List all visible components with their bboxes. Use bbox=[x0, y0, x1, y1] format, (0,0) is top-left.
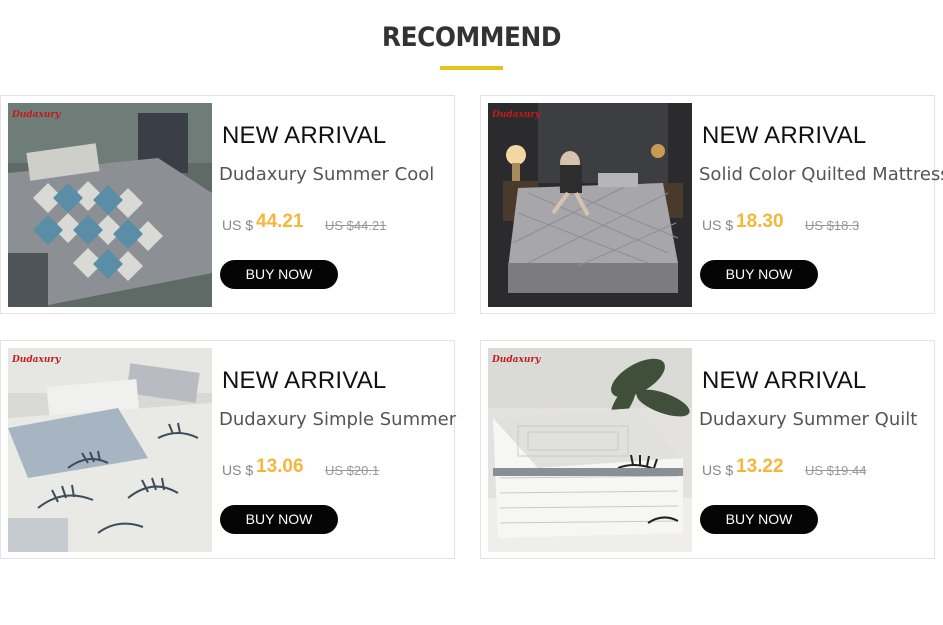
product-name[interactable]: Dudaxury Simple Summer bbox=[219, 409, 456, 430]
product-name[interactable]: Dudaxury Summer Cool bbox=[219, 164, 434, 185]
original-price: US $44.21 bbox=[325, 218, 387, 233]
buy-now-button[interactable]: BUY NOW bbox=[220, 260, 338, 289]
brand-logo: Dudaxury bbox=[492, 355, 541, 365]
original-price: US $20.1 bbox=[325, 463, 380, 478]
product-name[interactable]: Solid Color Quilted Mattress bbox=[699, 164, 943, 185]
product-image[interactable]: Dudaxury bbox=[8, 348, 212, 552]
currency-label: US $ bbox=[702, 462, 734, 478]
badge-new-arrival: NEW ARRIVAL bbox=[702, 367, 867, 394]
currency-label: US $ bbox=[222, 217, 254, 233]
product-card[interactable]: Dudaxury NEW ARRIVAL Dudaxury Simple Sum… bbox=[0, 340, 456, 559]
product-price: 13.22 bbox=[736, 456, 784, 477]
product-price: 13.06 bbox=[256, 456, 304, 477]
badge-new-arrival: NEW ARRIVAL bbox=[702, 122, 867, 149]
title-underline bbox=[440, 66, 503, 70]
product-card[interactable]: Dudaxury NEW ARRIVAL Dudaxury Summer Coo… bbox=[0, 95, 455, 314]
buy-now-button[interactable]: BUY NOW bbox=[220, 505, 338, 534]
product-card[interactable]: Dudaxury NEW ARRIVAL Dudaxury Summer Qui… bbox=[480, 340, 935, 559]
product-image[interactable]: Dudaxury bbox=[8, 103, 212, 307]
buy-now-button[interactable]: BUY NOW bbox=[700, 260, 818, 289]
brand-logo: Dudaxury bbox=[12, 110, 61, 120]
brand-logo: Dudaxury bbox=[12, 355, 61, 365]
currency-label: US $ bbox=[222, 462, 254, 478]
badge-new-arrival: NEW ARRIVAL bbox=[222, 122, 387, 149]
badge-new-arrival: NEW ARRIVAL bbox=[222, 367, 387, 394]
product-card[interactable]: Dudaxury NEW ARRIVAL Solid Color Quilted… bbox=[480, 95, 943, 314]
product-image[interactable]: Dudaxury bbox=[488, 103, 692, 307]
product-name[interactable]: Dudaxury Summer Quilt bbox=[699, 409, 917, 430]
original-price: US $18.3 bbox=[805, 218, 860, 233]
product-price: 18.30 bbox=[736, 211, 784, 232]
original-price: US $19.44 bbox=[805, 463, 867, 478]
product-image[interactable]: Dudaxury bbox=[488, 348, 692, 552]
product-price: 44.21 bbox=[256, 211, 304, 232]
section-title: RECOMMEND bbox=[381, 22, 562, 53]
buy-now-button[interactable]: BUY NOW bbox=[700, 505, 818, 534]
brand-logo: Dudaxury bbox=[492, 110, 541, 120]
currency-label: US $ bbox=[702, 217, 734, 233]
